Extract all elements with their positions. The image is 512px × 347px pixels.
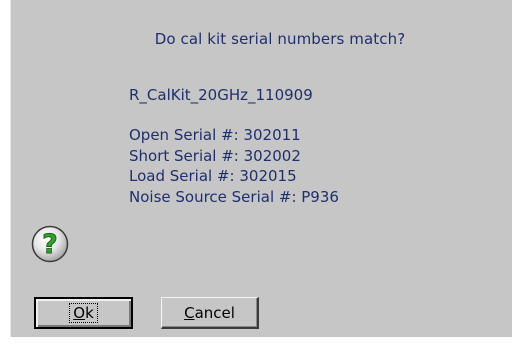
open-serial: Open Serial #: 302011 (129, 126, 301, 144)
svg-text:?: ? (42, 229, 58, 260)
ok-button-label: Ok (69, 303, 98, 323)
serial-list: Open Serial #: 302011 Short Serial #: 30… (129, 125, 339, 207)
confirm-dialog: Do cal kit serial numbers match? R_CalKi… (10, 0, 512, 337)
dialog-question: Do cal kit serial numbers match? (154, 30, 406, 48)
question-icon: ? (31, 225, 69, 263)
cancel-button-label: Cancel (184, 303, 235, 322)
ok-button[interactable]: Ok (34, 297, 133, 329)
short-serial: Short Serial #: 302002 (129, 146, 301, 165)
load-serial: Load Serial #: 302015 (129, 167, 297, 185)
noise-source-serial: Noise Source Serial #: P936 (129, 187, 339, 206)
calkit-name: R_CalKit_20GHz_110909 (129, 86, 313, 104)
cancel-button[interactable]: Cancel (161, 297, 259, 329)
